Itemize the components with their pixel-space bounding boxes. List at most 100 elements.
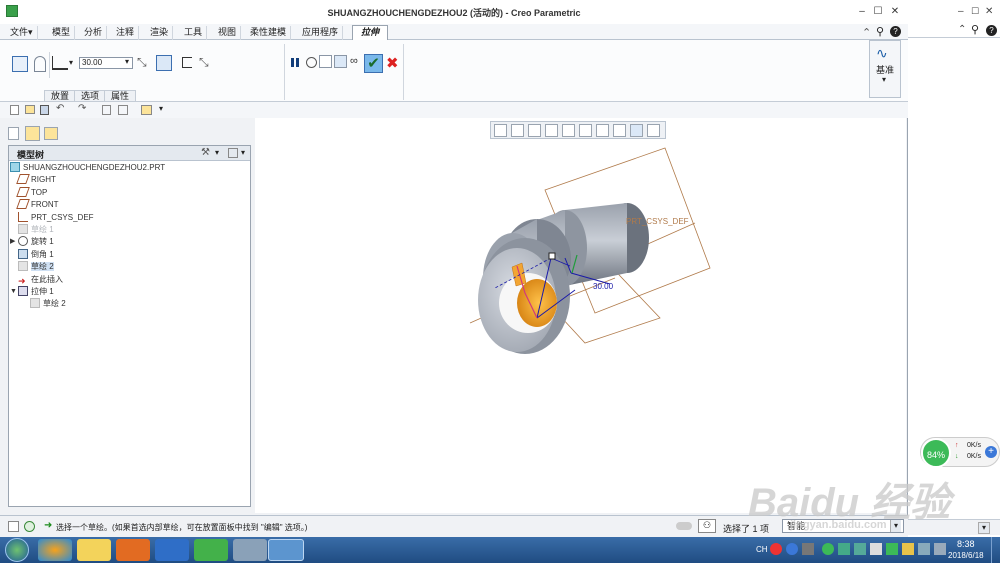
favorites-tab-icon[interactable] — [44, 127, 58, 140]
start-button[interactable] — [5, 538, 29, 562]
tray-icon-keyboard[interactable] — [802, 543, 814, 555]
tab-applications[interactable]: 应用程序 — [298, 26, 344, 40]
model-tree-tab-icon[interactable] — [8, 127, 19, 140]
depth-type-dropdown-icon[interactable]: ▾ — [69, 58, 73, 67]
tray-icon-network[interactable] — [918, 543, 930, 555]
depth-value-dropdown-icon[interactable]: ▾ — [125, 57, 129, 66]
new-file-icon[interactable] — [10, 105, 19, 115]
win2-min-button[interactable]: – — [958, 6, 964, 17]
cancel-x-icon[interactable]: ✖ — [386, 54, 399, 72]
tray-icon-s[interactable] — [770, 543, 782, 555]
close-button[interactable]: ✕ — [889, 6, 901, 18]
tab-analysis[interactable]: 分析 — [80, 26, 108, 40]
pause-icon[interactable] — [291, 58, 294, 67]
tab-view[interactable]: 视图 — [214, 26, 242, 40]
tray-icon-a[interactable] — [854, 543, 866, 555]
tab-model[interactable]: 模型 — [48, 26, 76, 40]
tree-settings-dropdown-icon[interactable]: ▾ — [215, 148, 219, 157]
tree-item[interactable]: 草绘 2 — [30, 298, 66, 310]
tree-item[interactable]: SHUANGZHOUCHENGDEZHOU2.PRT — [10, 162, 165, 174]
close-window-icon[interactable] — [141, 105, 152, 115]
taskbar-creo-icon[interactable] — [268, 539, 304, 561]
tree-show-dropdown-icon[interactable]: ▾ — [241, 148, 245, 157]
repaint-icon[interactable] — [545, 124, 558, 137]
solid-extrude-icon[interactable] — [12, 56, 28, 72]
maximize-button[interactable]: ☐ — [872, 6, 884, 18]
show-browser-icon[interactable] — [24, 521, 35, 532]
windows-icon[interactable] — [118, 105, 128, 115]
tray-icon-360[interactable] — [822, 543, 834, 555]
tab-render[interactable]: 渲染 — [146, 26, 174, 40]
save-icon[interactable] — [40, 105, 49, 115]
undo-icon[interactable]: ↶ — [56, 103, 64, 114]
regenerate-icon[interactable] — [102, 105, 111, 115]
clock-date[interactable]: 2018/6/18 — [948, 551, 984, 560]
view-manager-icon[interactable] — [596, 124, 609, 137]
tray-icon-help[interactable] — [786, 543, 798, 555]
tree-item[interactable]: 草绘 1 — [18, 224, 54, 236]
customize-qat-icon[interactable]: ▾ — [159, 104, 163, 113]
tree-item[interactable]: FRONT — [16, 199, 59, 211]
taskbar-paint-icon[interactable] — [233, 539, 267, 561]
tab-tools[interactable]: 工具 — [180, 26, 208, 40]
win2-help-icon[interactable]: ? — [986, 25, 997, 36]
tree-item[interactable]: PRT_CSYS_DEF — [18, 211, 94, 224]
tree-show-icon[interactable] — [228, 148, 238, 158]
zoom-in-icon[interactable] — [511, 124, 524, 137]
flip-direction-icon[interactable]: ⤡ — [137, 55, 147, 70]
tray-icon-display[interactable] — [870, 543, 882, 555]
clock-time[interactable]: 8:38 — [957, 539, 975, 549]
flip-material-icon[interactable]: ⤡ — [199, 55, 209, 70]
tree-settings-icon[interactable]: ⚒ — [201, 147, 210, 158]
remove-material-icon[interactable] — [156, 55, 172, 71]
tray-icon-power[interactable] — [902, 543, 914, 555]
thicken-sketch-icon[interactable] — [182, 57, 192, 68]
preview-icon[interactable] — [319, 55, 332, 68]
tab-annotate[interactable]: 注释 — [112, 26, 140, 40]
help-icon[interactable]: ? — [890, 26, 901, 37]
placement-tab[interactable]: 放置 — [44, 90, 77, 101]
depth-dimension-label[interactable]: 30.00 — [593, 282, 614, 291]
minimize-button[interactable]: – — [856, 6, 868, 18]
tray-icon-flag[interactable] — [838, 543, 850, 555]
taskbar-app-icon[interactable] — [155, 539, 189, 561]
annotation-display-icon[interactable] — [630, 124, 643, 137]
tray-icon-volume[interactable] — [934, 543, 946, 555]
win2-collapse-icon[interactable]: ⌃ — [958, 24, 966, 35]
selection-binoculars-icon[interactable]: ⚇ — [698, 519, 716, 533]
taskbar-explorer-icon[interactable] — [77, 539, 111, 561]
refit-icon[interactable] — [494, 124, 507, 137]
glasses-icon[interactable]: ∞ — [350, 55, 358, 67]
tab-extrude[interactable]: 拉伸 — [352, 25, 389, 40]
tree-item[interactable]: RIGHT — [16, 174, 56, 186]
tab-flexible-modeling[interactable]: 柔性建模 — [246, 26, 292, 40]
tray-icon-shield[interactable] — [886, 543, 898, 555]
datum-group[interactable]: ∿ 基准 ▾ — [869, 40, 901, 98]
tree-item[interactable]: TOP — [16, 186, 47, 199]
search-icon[interactable]: ⚲ — [876, 25, 884, 38]
win2-close-button[interactable]: ✕ — [985, 6, 993, 17]
taskbar-browser-icon[interactable] — [38, 539, 72, 561]
tree-item[interactable]: 草绘 2 — [18, 261, 54, 273]
tree-item[interactable]: ▼ 拉伸 1 — [10, 286, 54, 298]
win2-max-button[interactable]: ☐ — [971, 6, 979, 17]
show-desktop-button[interactable] — [991, 537, 1000, 563]
taskbar-media-icon[interactable] — [116, 539, 150, 561]
tree-item[interactable]: ▶ 旋转 1 — [10, 236, 54, 248]
minimize-ribbon-icon[interactable]: ⌃ — [862, 26, 871, 39]
win2-search-icon[interactable]: ⚲ — [971, 23, 979, 36]
tree-item[interactable]: ➜ 在此插入 — [18, 274, 63, 286]
open-file-icon[interactable] — [25, 105, 35, 114]
show-navigator-icon[interactable] — [8, 521, 19, 532]
taskbar-360-icon[interactable] — [194, 539, 228, 561]
win2-dropdown-icon[interactable]: ▾ — [978, 522, 990, 534]
saved-views-icon[interactable] — [579, 124, 592, 137]
ok-check-icon[interactable]: ✔ — [364, 54, 383, 73]
tree-expand-icon[interactable]: ▼ — [10, 286, 17, 298]
surface-extrude-icon[interactable] — [34, 56, 46, 72]
folder-browser-tab-icon[interactable] — [25, 126, 40, 141]
datum-display-icon[interactable] — [613, 124, 626, 137]
spin-center-icon[interactable] — [647, 124, 660, 137]
drag-handle[interactable] — [548, 252, 556, 260]
input-language[interactable]: CH — [756, 545, 768, 554]
